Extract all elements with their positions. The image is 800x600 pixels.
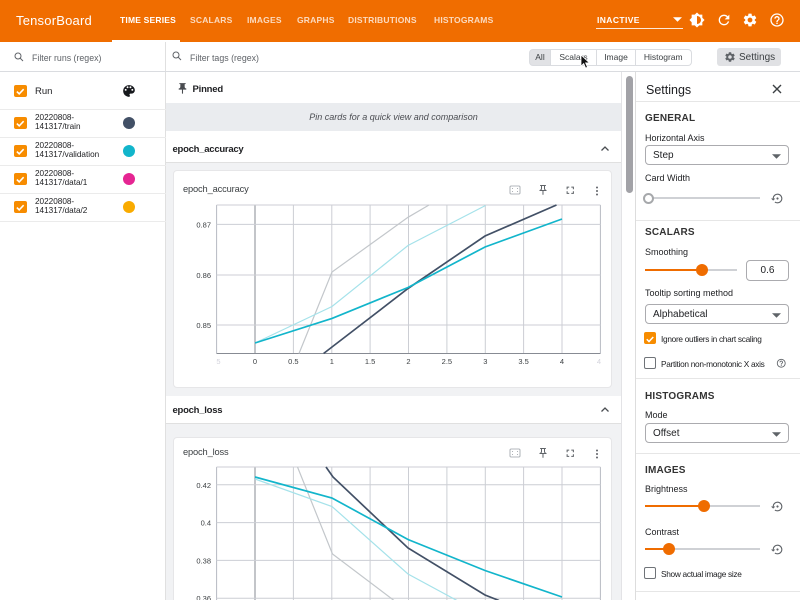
svg-text:0.86: 0.86 (196, 271, 211, 280)
svg-text:0.87: 0.87 (196, 220, 211, 229)
svg-text:4: 4 (560, 357, 564, 366)
svg-text:2.5: 2.5 (442, 357, 452, 366)
svg-text:0.4: 0.4 (201, 519, 211, 528)
svg-text:4: 4 (597, 357, 601, 366)
svg-text:3: 3 (483, 357, 487, 366)
svg-text:1.5: 1.5 (365, 357, 375, 366)
svg-text:0.85: 0.85 (196, 321, 211, 330)
svg-text:3.5: 3.5 (518, 357, 528, 366)
svg-text:0.38: 0.38 (196, 556, 211, 565)
svg-text:1: 1 (330, 357, 334, 366)
svg-text:0.42: 0.42 (196, 481, 211, 490)
svg-text:0.36: 0.36 (196, 594, 211, 600)
svg-text:0: 0 (253, 357, 257, 366)
svg-text:5: 5 (216, 357, 220, 366)
svg-text:0.5: 0.5 (288, 357, 298, 366)
svg-text:2: 2 (406, 357, 410, 366)
